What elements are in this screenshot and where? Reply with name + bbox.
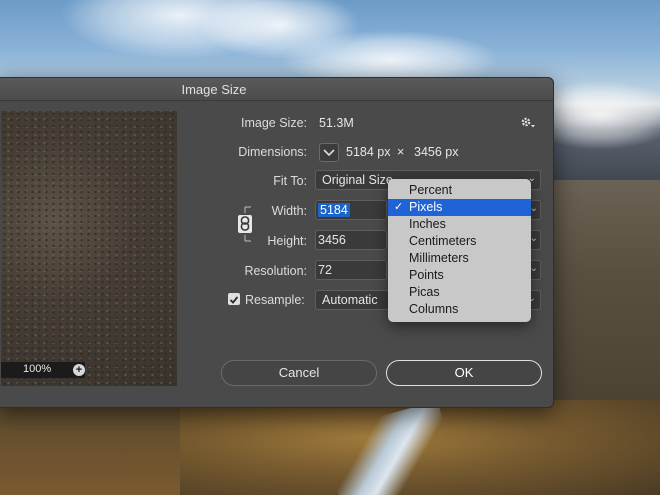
menu-item-columns[interactable]: Columns — [388, 301, 531, 318]
dimensions-height: 3456 px — [414, 145, 459, 159]
image-size-value: 51.3M — [319, 116, 354, 130]
menu-item-label: Centimeters — [409, 234, 477, 248]
menu-item-millimeters[interactable]: Millimeters — [388, 250, 531, 267]
menu-item-label: Millimeters — [409, 251, 469, 265]
width-input[interactable]: 5184 — [315, 200, 387, 220]
image-preview[interactable] — [1, 111, 177, 386]
menu-item-pixels[interactable]: ✓ Pixels — [388, 199, 531, 216]
dimensions-width: 5184 px — [346, 145, 391, 159]
units-menu: Percent ✓ Pixels Inches Centimeters Mill… — [388, 179, 531, 322]
menu-item-percent[interactable]: Percent — [388, 182, 531, 199]
preview-zoom-bar: 100% + — [1, 362, 85, 378]
width-value: 5184 — [318, 203, 350, 217]
dimensions-times: × — [397, 145, 405, 159]
fit-to-value: Original Size — [322, 173, 393, 187]
menu-item-label: Picas — [409, 285, 440, 299]
dimensions-label: Dimensions: — [238, 145, 307, 159]
menu-item-label: Points — [409, 268, 444, 282]
resample-checkbox[interactable] — [228, 293, 240, 305]
zoom-in-icon[interactable]: + — [73, 364, 85, 376]
checkmark-icon: ✓ — [394, 201, 404, 213]
menu-item-label: Percent — [409, 183, 453, 197]
checkmark-icon — [229, 296, 239, 304]
cancel-button[interactable]: Cancel — [221, 360, 377, 386]
height-label: Height: — [267, 234, 307, 248]
dialog-titlebar[interactable]: Image Size — [0, 78, 553, 101]
width-label: Width: — [271, 204, 307, 218]
zoom-level: 100% — [23, 363, 52, 375]
resolution-value: 72 — [318, 263, 332, 277]
resample-label: Resample: — [245, 293, 305, 307]
dimensions-unit-dropdown[interactable] — [319, 143, 339, 162]
height-value: 3456 — [318, 233, 346, 247]
height-input[interactable]: 3456 — [315, 230, 387, 250]
menu-item-inches[interactable]: Inches — [388, 216, 531, 233]
menu-item-points[interactable]: Points — [388, 267, 531, 284]
resolution-input[interactable]: 72 — [315, 260, 387, 280]
menu-item-centimeters[interactable]: Centimeters — [388, 233, 531, 250]
menu-item-label: Inches — [409, 217, 446, 231]
menu-item-label: Pixels — [409, 200, 443, 214]
menu-item-label: Columns — [409, 302, 459, 316]
chevron-down-icon — [323, 149, 335, 157]
gear-icon[interactable] — [520, 116, 536, 130]
image-size-label: Image Size: — [240, 116, 307, 130]
menu-item-picas[interactable]: Picas — [388, 284, 531, 301]
resolution-label: Resolution: — [244, 264, 307, 278]
dialog-title: Image Size — [181, 82, 247, 97]
resample-value: Automatic — [322, 293, 378, 307]
fit-to-label: Fit To: — [273, 174, 307, 188]
ok-button[interactable]: OK — [386, 360, 542, 386]
